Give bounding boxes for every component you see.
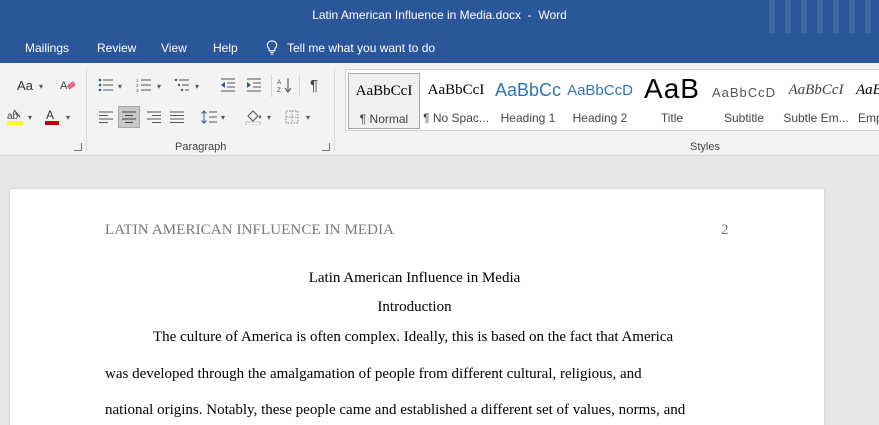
align-right-icon[interactable] (143, 106, 165, 128)
mini-separator (271, 75, 272, 97)
change-case-icon[interactable]: Aa (12, 74, 38, 96)
paragraph-dialog-launcher-icon[interactable] (322, 143, 330, 151)
sort-icon[interactable]: AZ (274, 74, 296, 96)
align-center-icon[interactable] (118, 106, 140, 128)
style-no-spacing[interactable]: AaBbCcI ¶ No Spac... (420, 73, 492, 129)
numbering-icon[interactable]: 123 (133, 74, 155, 96)
style-name: Subtle Em... (783, 111, 849, 125)
bullets-icon[interactable] (95, 74, 117, 96)
style-sample: AaB (856, 82, 879, 98)
style-emphasis[interactable]: AaB Emp (852, 73, 879, 129)
borders-icon[interactable] (281, 106, 303, 128)
multilevel-list-icon[interactable] (171, 74, 193, 96)
tab-help[interactable]: Help (213, 41, 238, 55)
style-sample: AaBbCc (494, 80, 562, 100)
style-title[interactable]: AaB Title (636, 73, 708, 129)
style-name: Heading 1 (500, 111, 556, 125)
ribbon-tabs: Mailings Review View Help Tell me what y… (0, 33, 879, 63)
lightbulb-icon (266, 40, 278, 55)
borders-dropdown-icon[interactable]: ▾ (306, 113, 310, 122)
decrease-indent-icon[interactable] (217, 74, 239, 96)
document-area: LATIN AMERICAN INFLUENCE IN MEDIA 2 Lati… (0, 156, 879, 425)
page-number: 2 (721, 222, 729, 238)
style-sample: AaBbCcI (355, 83, 413, 99)
style-sample: AaBbCcD (567, 82, 633, 99)
show-formatting-marks-icon[interactable]: ¶ (303, 74, 325, 96)
font-color-bar (45, 121, 59, 125)
running-head: LATIN AMERICAN INFLUENCE IN MEDIA (105, 222, 395, 238)
line-spacing-dropdown-icon[interactable]: ▾ (221, 113, 225, 122)
section-heading: Introduction (377, 299, 452, 315)
group-separator (86, 69, 87, 151)
svg-text:A: A (60, 80, 68, 92)
style-heading-2[interactable]: AaBbCcD Heading 2 (564, 73, 636, 129)
tell-me-text: Tell me what you want to do (287, 40, 436, 55)
tab-mailings[interactable]: Mailings (25, 41, 69, 55)
window-title: Latin American Influence in Media.docx -… (312, 8, 567, 22)
svg-text:A: A (277, 80, 281, 86)
styles-gallery: AaBbCcI ¶ Normal AaBbCcI ¶ No Spac... Aa… (345, 69, 879, 131)
font-dialog-launcher-icon[interactable] (74, 143, 82, 151)
shading-dropdown-icon[interactable]: ▾ (267, 113, 271, 122)
shading-icon[interactable] (243, 106, 265, 128)
increase-indent-icon[interactable] (243, 74, 265, 96)
tell-me-search[interactable]: Tell me what you want to do (266, 40, 435, 55)
change-case-dropdown-icon[interactable]: ▾ (39, 82, 43, 91)
ribbon: Aa ▾ A ab ▾ A ▾ ▾ 123 ▾ ▾ AZ ¶ ▾ ▾ ▾ Par… (0, 63, 879, 156)
svg-text:A: A (46, 108, 54, 122)
style-name: ¶ No Spac... (423, 111, 489, 125)
style-name: Title (660, 111, 684, 125)
body-line: was developed through the amalgamation o… (105, 366, 642, 382)
style-heading-1[interactable]: AaBbCc Heading 1 (492, 73, 564, 129)
svg-text:Z: Z (277, 88, 281, 93)
line-spacing-icon[interactable] (198, 106, 220, 128)
style-name: Subtitle (723, 111, 765, 125)
tab-view[interactable]: View (161, 41, 187, 55)
style-normal[interactable]: AaBbCcI ¶ Normal (348, 73, 420, 129)
body-line: The culture of America is often complex.… (153, 329, 674, 345)
style-sample: AaBbCcI (788, 82, 844, 98)
highlight-color-bar (7, 121, 23, 125)
style-name: Emp (858, 111, 879, 125)
style-name: ¶ Normal (359, 112, 409, 126)
font-color-dropdown-icon[interactable]: ▾ (66, 113, 70, 122)
bullets-dropdown-icon[interactable]: ▾ (118, 82, 122, 91)
clear-formatting-icon[interactable]: A (57, 74, 79, 96)
document-page[interactable]: LATIN AMERICAN INFLUENCE IN MEDIA 2 Lati… (10, 189, 824, 425)
multilevel-dropdown-icon[interactable]: ▾ (195, 82, 199, 91)
title-bar-decoration (759, 0, 879, 33)
paragraph-group-label: Paragraph (175, 141, 227, 153)
mini-separator (299, 75, 300, 97)
highlight-icon[interactable]: ab (4, 106, 26, 128)
style-sample: AaBbCcD (711, 85, 777, 100)
body-line: national origins. Notably, these people … (105, 402, 686, 418)
title-bar: Latin American Influence in Media.docx -… (0, 0, 879, 33)
document-title: Latin American Influence in Media (308, 270, 521, 286)
style-sample: AaBbCcI (427, 82, 485, 98)
font-color-icon[interactable]: A (41, 106, 63, 128)
svg-text:3: 3 (136, 88, 139, 92)
styles-group-label: Styles (690, 141, 720, 153)
numbering-dropdown-icon[interactable]: ▾ (157, 82, 161, 91)
align-left-icon[interactable] (95, 106, 117, 128)
style-sample: AaB (644, 73, 700, 104)
style-subtitle[interactable]: AaBbCcD Subtitle (708, 73, 780, 129)
group-separator (334, 69, 335, 151)
tab-review[interactable]: Review (97, 41, 136, 55)
style-subtle-emphasis[interactable]: AaBbCcI Subtle Em... (780, 73, 852, 129)
highlight-dropdown-icon[interactable]: ▾ (28, 113, 32, 122)
style-name: Heading 2 (572, 111, 628, 125)
justify-icon[interactable] (166, 106, 188, 128)
